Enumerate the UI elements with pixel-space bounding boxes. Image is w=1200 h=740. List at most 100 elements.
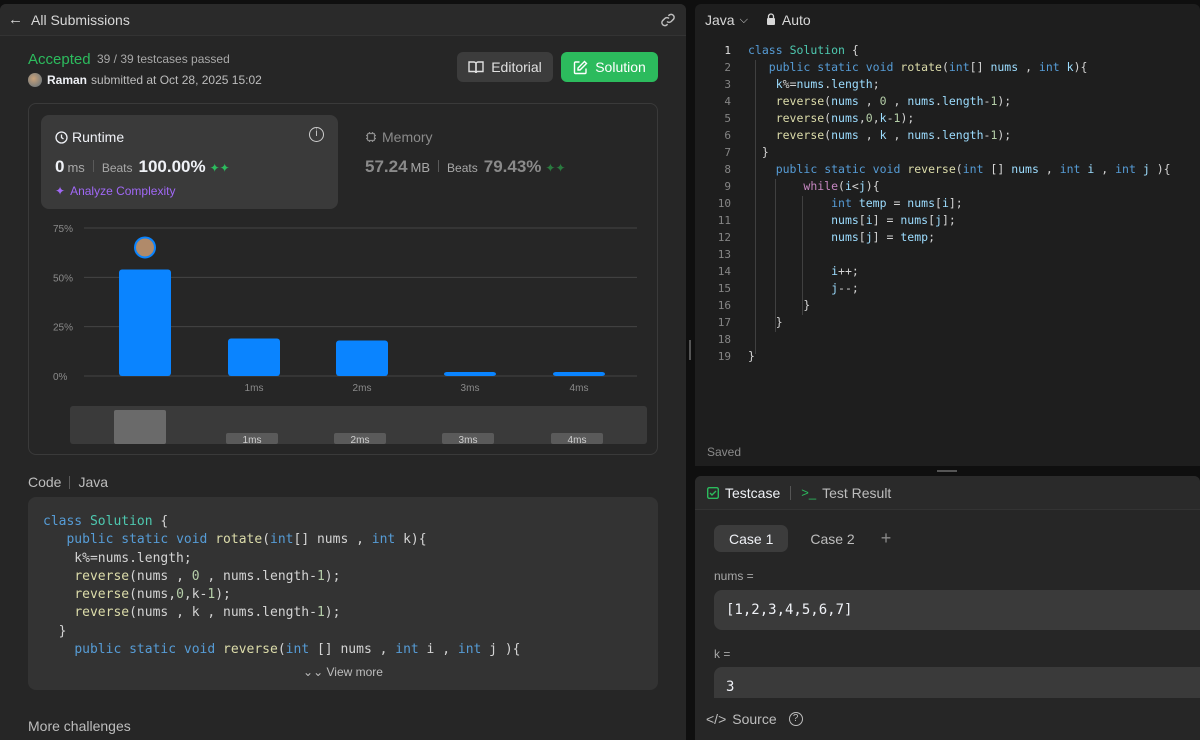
runtime-beats-value: 100.00% <box>138 157 206 176</box>
submitted-code-block: class Solution { public static void rota… <box>28 497 658 690</box>
input-field-nums[interactable]: [1,2,3,4,5,6,7] <box>714 590 1200 630</box>
memory-card[interactable]: Memory 57.24 MB Beats 79.43% ✦✦ <box>353 115 643 209</box>
line-number: 16 <box>717 299 731 312</box>
chart-bar[interactable] <box>553 372 605 376</box>
code-icon: </> <box>706 711 727 727</box>
back-arrow-icon[interactable]: ← <box>8 11 23 28</box>
memory-stat: 57.24 MB Beats 79.43% ✦✦ <box>365 157 566 177</box>
grip <box>689 340 691 360</box>
auto-mode-toggle[interactable]: Auto <box>782 12 811 28</box>
book-icon <box>468 61 484 74</box>
chart-bar[interactable] <box>119 269 171 376</box>
double-chevron-down-icon: ⌄⌄ <box>303 665 324 679</box>
memory-value: 57.24 <box>365 157 408 176</box>
language-value: Java <box>705 12 735 28</box>
memory-title: Memory <box>365 129 433 145</box>
divider <box>92 160 94 172</box>
chart-bar[interactable] <box>228 338 280 376</box>
x-tick-label: 1ms <box>245 383 264 394</box>
saved-status: Saved <box>707 445 742 459</box>
line-number: 17 <box>717 316 731 329</box>
runtime-stat: 0 ms Beats 100.00% ✦✦ <box>55 157 230 177</box>
grip <box>937 470 957 472</box>
analyze-complexity-link[interactable]: ✦ Analyze Complexity <box>55 184 175 198</box>
editorial-button[interactable]: Editorial <box>457 52 553 82</box>
case-tab-2[interactable]: Case 2 <box>795 525 869 552</box>
case-tabs: Case 1 Case 2 + <box>714 525 891 552</box>
tab-test-result-label: Test Result <box>822 484 892 501</box>
navigator-label: 2ms <box>351 435 370 446</box>
analyze-complexity-label: Analyze Complexity <box>70 184 176 198</box>
line-number: 4 <box>724 95 731 108</box>
line-number: 11 <box>717 214 731 227</box>
submitter-line: Raman submitted at Oct 28, 2025 15:02 <box>28 73 262 87</box>
editor-header: Java ⌵ Auto <box>695 4 1200 36</box>
clap-icon: ✦✦ <box>545 161 566 175</box>
runtime-card[interactable]: Runtime i 0 ms Beats 100.00% ✦✦ ✦ Analyz… <box>41 115 338 209</box>
line-number: 10 <box>717 197 731 210</box>
x-tick-label: 3ms <box>461 383 480 394</box>
tab-test-result[interactable]: >_ Test Result <box>801 485 891 501</box>
editor-body[interactable]: 1 2 3 4 5 6 7 8 9 10 11 12 13 14 15 16 17 18 19 class Solu… <box>695 42 1200 382</box>
language-select[interactable]: Java ⌵ <box>705 12 748 28</box>
chart-bar[interactable] <box>336 340 388 376</box>
horizontal-resize-handle[interactable] <box>695 466 1200 476</box>
source-button[interactable]: Source <box>732 711 776 727</box>
view-more-label: View more <box>326 665 383 679</box>
runtime-distribution-chart[interactable]: 75% 50% 25% 0% 1ms 2ms 3ms 4ms 1ms 2ms 3ms 4ms <box>29 214 659 454</box>
add-case-icon[interactable]: + <box>881 528 892 549</box>
case-tab-1[interactable]: Case 1 <box>714 525 789 552</box>
y-tick-label: 50% <box>53 273 73 284</box>
status-accepted: Accepted <box>28 51 91 68</box>
editor-code[interactable]: class Solution { public static void rota… <box>748 42 1171 365</box>
chevron-down-icon: ⌵ <box>739 13 748 26</box>
line-number: 9 <box>724 180 731 193</box>
memory-title-text: Memory <box>382 129 433 145</box>
runtime-value: 0 <box>55 157 65 176</box>
editorial-label: Editorial <box>491 59 542 75</box>
line-number: 13 <box>717 248 731 261</box>
memory-beats-value: 79.43% <box>483 157 542 176</box>
runtime-title: Runtime <box>55 129 124 145</box>
sparkle-icon: ✦ <box>55 184 66 198</box>
y-tick-label: 75% <box>53 224 73 235</box>
divider <box>69 475 71 489</box>
navigator-label: 4ms <box>568 435 587 446</box>
tab-testcase-label: Testcase <box>725 484 781 501</box>
info-icon[interactable]: i <box>309 127 324 142</box>
more-challenges-heading: More challenges <box>28 718 131 734</box>
input-label-nums: nums = <box>714 569 754 583</box>
y-tick-label: 25% <box>53 323 73 334</box>
memory-unit: MB <box>410 160 431 175</box>
terminal-icon: >_ <box>801 485 817 500</box>
divider <box>438 160 440 172</box>
line-number: 15 <box>717 282 731 295</box>
memory-beats-label: Beats <box>447 161 478 175</box>
vertical-resize-handle[interactable] <box>686 0 695 740</box>
navigator-bar <box>114 410 166 444</box>
line-number: 14 <box>717 265 731 278</box>
divider <box>790 485 792 500</box>
navigator-label: 1ms <box>243 435 262 446</box>
all-submissions-link[interactable]: All Submissions <box>31 12 130 28</box>
avatar[interactable] <box>28 73 42 87</box>
testcase-panel: Testcase >_ Test Result Case 1 Case 2 + … <box>695 476 1200 740</box>
x-tick-label: 2ms <box>353 383 372 394</box>
help-icon[interactable]: ? <box>788 712 803 726</box>
navigator-label: 3ms <box>459 435 478 446</box>
line-number: 6 <box>724 129 731 142</box>
chart-bar[interactable] <box>444 372 496 376</box>
code-section-label: Code Java <box>28 474 108 490</box>
user-avatar-marker <box>134 236 156 259</box>
username[interactable]: Raman <box>47 73 87 87</box>
solution-button[interactable]: Solution <box>561 52 658 82</box>
view-more-button[interactable]: ⌄⌄ View more <box>28 665 658 679</box>
line-number: 18 <box>717 333 731 346</box>
performance-stats: Runtime i 0 ms Beats 100.00% ✦✦ ✦ Analyz… <box>28 103 658 455</box>
testcase-tabs: Testcase >_ Test Result <box>695 476 1200 510</box>
submitted-code: class Solution { public static void rota… <box>43 514 521 658</box>
tab-testcase[interactable]: Testcase <box>707 485 780 501</box>
line-number: 1 <box>724 44 731 57</box>
code-editor-panel: Java ⌵ Auto 1 2 3 4 5 6 7 8 9 10 11 12 13 14 15 16 17 18 1… <box>695 4 1200 466</box>
link-icon[interactable] <box>660 12 676 28</box>
